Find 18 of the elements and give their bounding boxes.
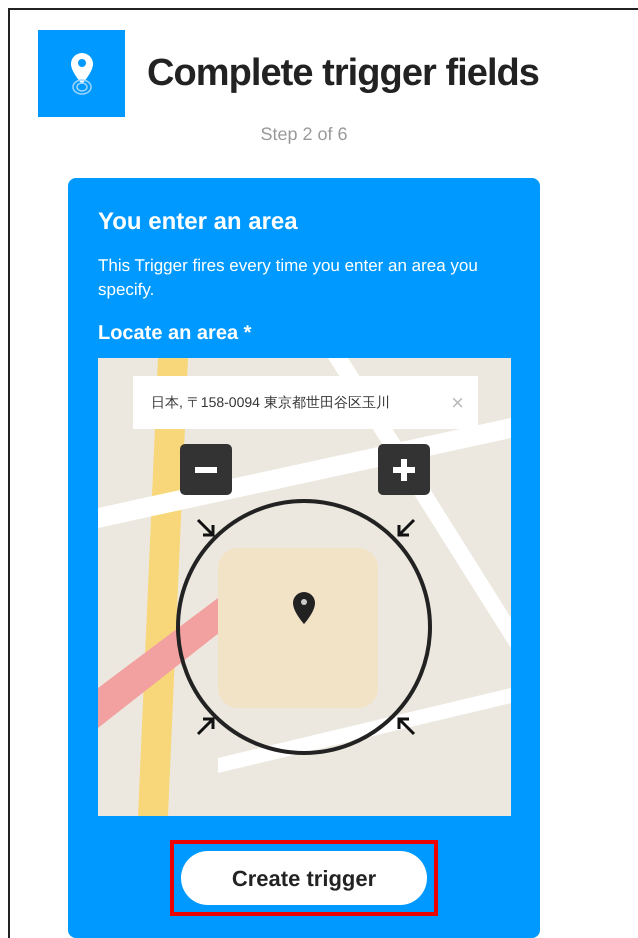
arrow-icon bbox=[396, 518, 416, 538]
plus-icon bbox=[393, 458, 415, 480]
arrow-icon bbox=[196, 518, 216, 538]
card-title: You enter an area bbox=[98, 207, 299, 237]
arrow-icon bbox=[196, 716, 216, 736]
zoom-in-button[interactable] bbox=[378, 444, 430, 495]
zoom-out-button[interactable] bbox=[180, 444, 232, 495]
field-label: Locate an area * bbox=[98, 321, 252, 346]
address-search-field[interactable]: 日本, 〒158-0094 東京都世田谷区玉川 × bbox=[133, 376, 478, 429]
map-pin-icon bbox=[292, 591, 316, 625]
arrow-icon bbox=[396, 716, 416, 736]
page-title: Complete trigger fields bbox=[147, 51, 539, 96]
step-indicator: Step 2 of 6 bbox=[260, 123, 348, 146]
map-view[interactable]: 日本, 〒158-0094 東京都世田谷区玉川 × bbox=[98, 358, 511, 816]
create-trigger-button[interactable]: Create trigger bbox=[181, 851, 427, 905]
card-description: This Trigger fires every time you enter an area you specify. bbox=[98, 255, 479, 301]
address-value: 日本, 〒158-0094 東京都世田谷区玉川 bbox=[151, 393, 391, 412]
minus-icon bbox=[195, 466, 217, 472]
